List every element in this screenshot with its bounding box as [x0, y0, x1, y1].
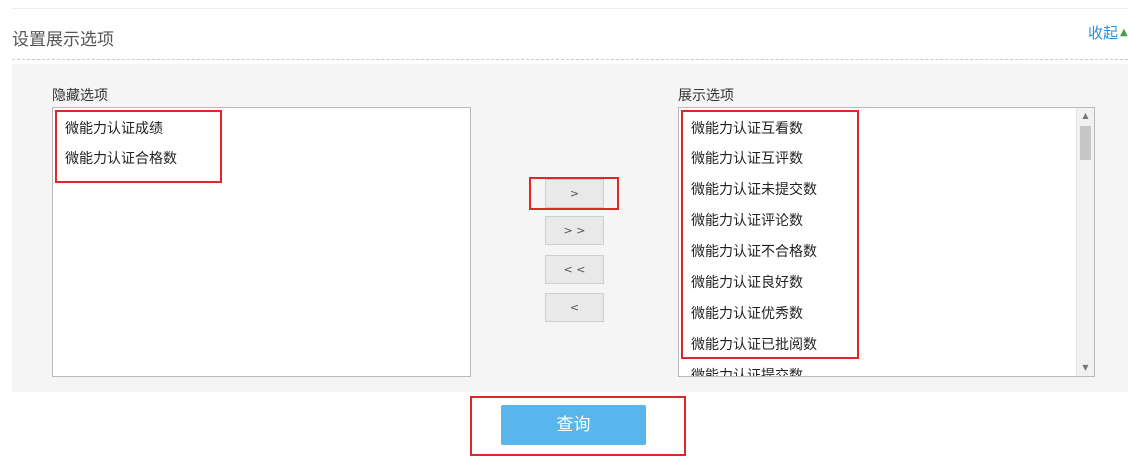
move-all-right-button[interactable]: > > — [545, 216, 604, 245]
shown-option-item[interactable]: 微能力认证良好数 — [691, 272, 803, 292]
shown-options-listbox[interactable]: 微能力认证互看数 微能力认证互评数 微能力认证未提交数 微能力认证评论数 微能力… — [678, 107, 1095, 377]
move-left-button[interactable]: < — [545, 293, 604, 322]
shown-option-item[interactable]: 微能力认证已批阅数 — [691, 334, 817, 354]
scroll-up-arrow-icon[interactable]: ▲ — [1077, 108, 1094, 124]
shown-options-scrollbar[interactable]: ▲ ▼ — [1076, 108, 1094, 376]
shown-option-item[interactable]: 微能力认证优秀数 — [691, 303, 803, 323]
scroll-down-arrow-icon[interactable]: ▼ — [1077, 360, 1094, 376]
hidden-option-item[interactable]: 微能力认证合格数 — [65, 148, 177, 168]
hidden-options-listbox[interactable]: 微能力认证成绩 微能力认证合格数 — [52, 107, 471, 377]
hidden-options-label: 隐藏选项 — [52, 88, 108, 104]
shown-option-item[interactable]: 微能力认证不合格数 — [691, 241, 817, 261]
shown-option-item[interactable]: 微能力认证评论数 — [691, 210, 803, 230]
panel-title: 设置展示选项 — [12, 30, 114, 50]
shown-option-item[interactable]: 微能力认证互评数 — [691, 148, 803, 168]
shown-option-item[interactable]: 微能力认证提交数 — [691, 365, 803, 376]
shown-option-item[interactable]: 微能力认证互看数 — [691, 118, 803, 138]
scrollbar-thumb[interactable] — [1080, 126, 1091, 160]
query-button[interactable]: 查询 — [501, 405, 646, 445]
move-all-left-button[interactable]: < < — [545, 255, 604, 284]
shown-option-item[interactable]: 微能力认证未提交数 — [691, 179, 817, 199]
collapse-label[interactable]: 收起 — [1088, 24, 1118, 42]
collapse-link[interactable]: 收起 ▲ — [1088, 22, 1128, 43]
hidden-option-item[interactable]: 微能力认证成绩 — [65, 118, 163, 138]
shown-options-label: 展示选项 — [678, 88, 734, 104]
move-right-button[interactable]: > — [545, 179, 604, 208]
top-divider — [12, 8, 1128, 9]
triangle-up-icon: ▲ — [1120, 27, 1128, 38]
dashed-divider — [12, 59, 1128, 60]
